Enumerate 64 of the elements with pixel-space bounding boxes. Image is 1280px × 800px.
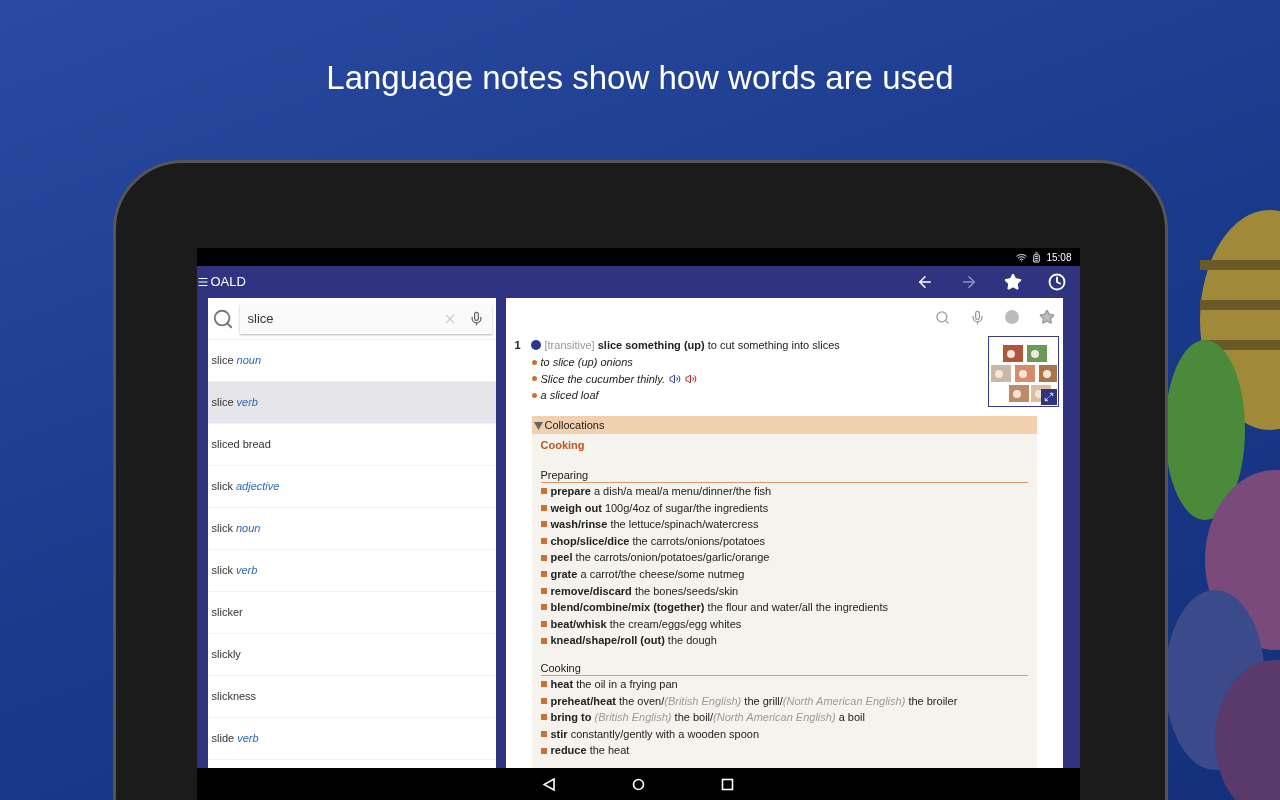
bullet-icon bbox=[540, 521, 547, 528]
collocation-line: reduce the heat bbox=[550, 743, 630, 759]
collocation-line: heat the oil in a frying pan bbox=[550, 677, 678, 692]
example-sentence: to slice (up) onions bbox=[540, 355, 633, 370]
mic-icon[interactable] bbox=[468, 311, 484, 326]
recents-nav-button[interactable] bbox=[720, 777, 734, 791]
collocation-line: weigh out 100g/4oz of sugar/the ingredients bbox=[550, 500, 769, 516]
collocation-line: blend/combine/mix (together) the flour and water/all the ingredients bbox=[550, 600, 888, 616]
back-nav-button[interactable] bbox=[542, 777, 556, 791]
star-icon[interactable] bbox=[1038, 309, 1055, 325]
bullet-icon bbox=[540, 571, 547, 578]
sense-number: 1 bbox=[514, 337, 522, 353]
bullet-icon bbox=[540, 681, 547, 688]
collocation-line: preheat/heat the oven/(British English) the grill/(North American English) the broiler bbox=[550, 693, 958, 709]
collocation-line: prepare a dish/a meal/a menu/dinner/the fish bbox=[550, 484, 772, 500]
bullet-icon bbox=[540, 504, 547, 511]
collocation-line: beat/whisk the cream/eggs/egg whites bbox=[550, 616, 742, 632]
definition: [transitive] slice something (up) to cut something into slices bbox=[544, 337, 840, 353]
collocation-line: knead/shape/roll (out) the dough bbox=[550, 633, 717, 649]
example-sentence: a sliced loaf bbox=[540, 388, 599, 403]
collocation-line: wash/rinse the lettuce/spinach/watercress bbox=[550, 517, 759, 533]
bullet-icon bbox=[531, 376, 537, 382]
search-list-icon bbox=[211, 307, 234, 330]
collocation-line: chop/slice/dice the carrots/onions/potatoes bbox=[550, 533, 766, 549]
mic-icon[interactable] bbox=[969, 309, 985, 325]
bullet-icon bbox=[540, 587, 547, 594]
search-icon[interactable] bbox=[934, 309, 950, 325]
bullet-icon bbox=[540, 637, 547, 644]
search-input[interactable]: slice bbox=[247, 308, 443, 329]
collocations-header[interactable]: Collocations bbox=[531, 416, 1037, 434]
example-sentence: Slice the cucumber thinly. bbox=[540, 371, 666, 387]
collocation-line: remove/discard the bones/seeds/skin bbox=[550, 583, 739, 599]
collocation-line: stir constantly/gently with a wooden spoon bbox=[550, 726, 760, 742]
collocation-line: grate a carrot/the cheese/some nutmeg bbox=[550, 567, 745, 582]
key-icon bbox=[530, 340, 541, 350]
bullet-icon bbox=[540, 554, 547, 561]
bullet-icon bbox=[540, 488, 547, 495]
result-item[interactable]: slice verb bbox=[207, 382, 496, 424]
topic-heading: Cooking bbox=[540, 438, 586, 453]
menu-button[interactable] bbox=[196, 276, 209, 288]
headline: Language notes show how words are used bbox=[326, 58, 954, 98]
bullet-icon bbox=[531, 392, 537, 398]
group-heading: Preparing bbox=[540, 467, 1028, 483]
bullet-icon bbox=[540, 604, 547, 611]
bullet-icon bbox=[540, 714, 547, 721]
history-icon[interactable] bbox=[1047, 273, 1066, 291]
battery-icon bbox=[1031, 251, 1043, 263]
bullet-icon bbox=[531, 359, 537, 365]
search-field[interactable]: slice bbox=[239, 303, 492, 334]
wifi-icon bbox=[1016, 251, 1028, 263]
bullet-icon bbox=[540, 747, 547, 754]
collocation-line: bring to (British English) the boil/(North American English) a boil bbox=[550, 710, 865, 726]
bullet-icon bbox=[540, 538, 547, 545]
british-audio-button[interactable] bbox=[669, 372, 682, 385]
image-thumbnail[interactable] bbox=[987, 336, 1059, 407]
group-heading: Cooking bbox=[540, 659, 1028, 676]
home-nav-button[interactable] bbox=[631, 777, 645, 791]
bullet-icon bbox=[540, 731, 547, 737]
bullet-icon bbox=[540, 621, 547, 628]
american-audio-button[interactable] bbox=[685, 372, 698, 385]
bullet-icon bbox=[540, 697, 547, 704]
collocation-line: peel the carrots/onion/potatoes/garlic/orange bbox=[550, 550, 770, 566]
clock-time: 15:08 bbox=[1046, 250, 1072, 265]
app-title: OALD bbox=[210, 273, 246, 292]
